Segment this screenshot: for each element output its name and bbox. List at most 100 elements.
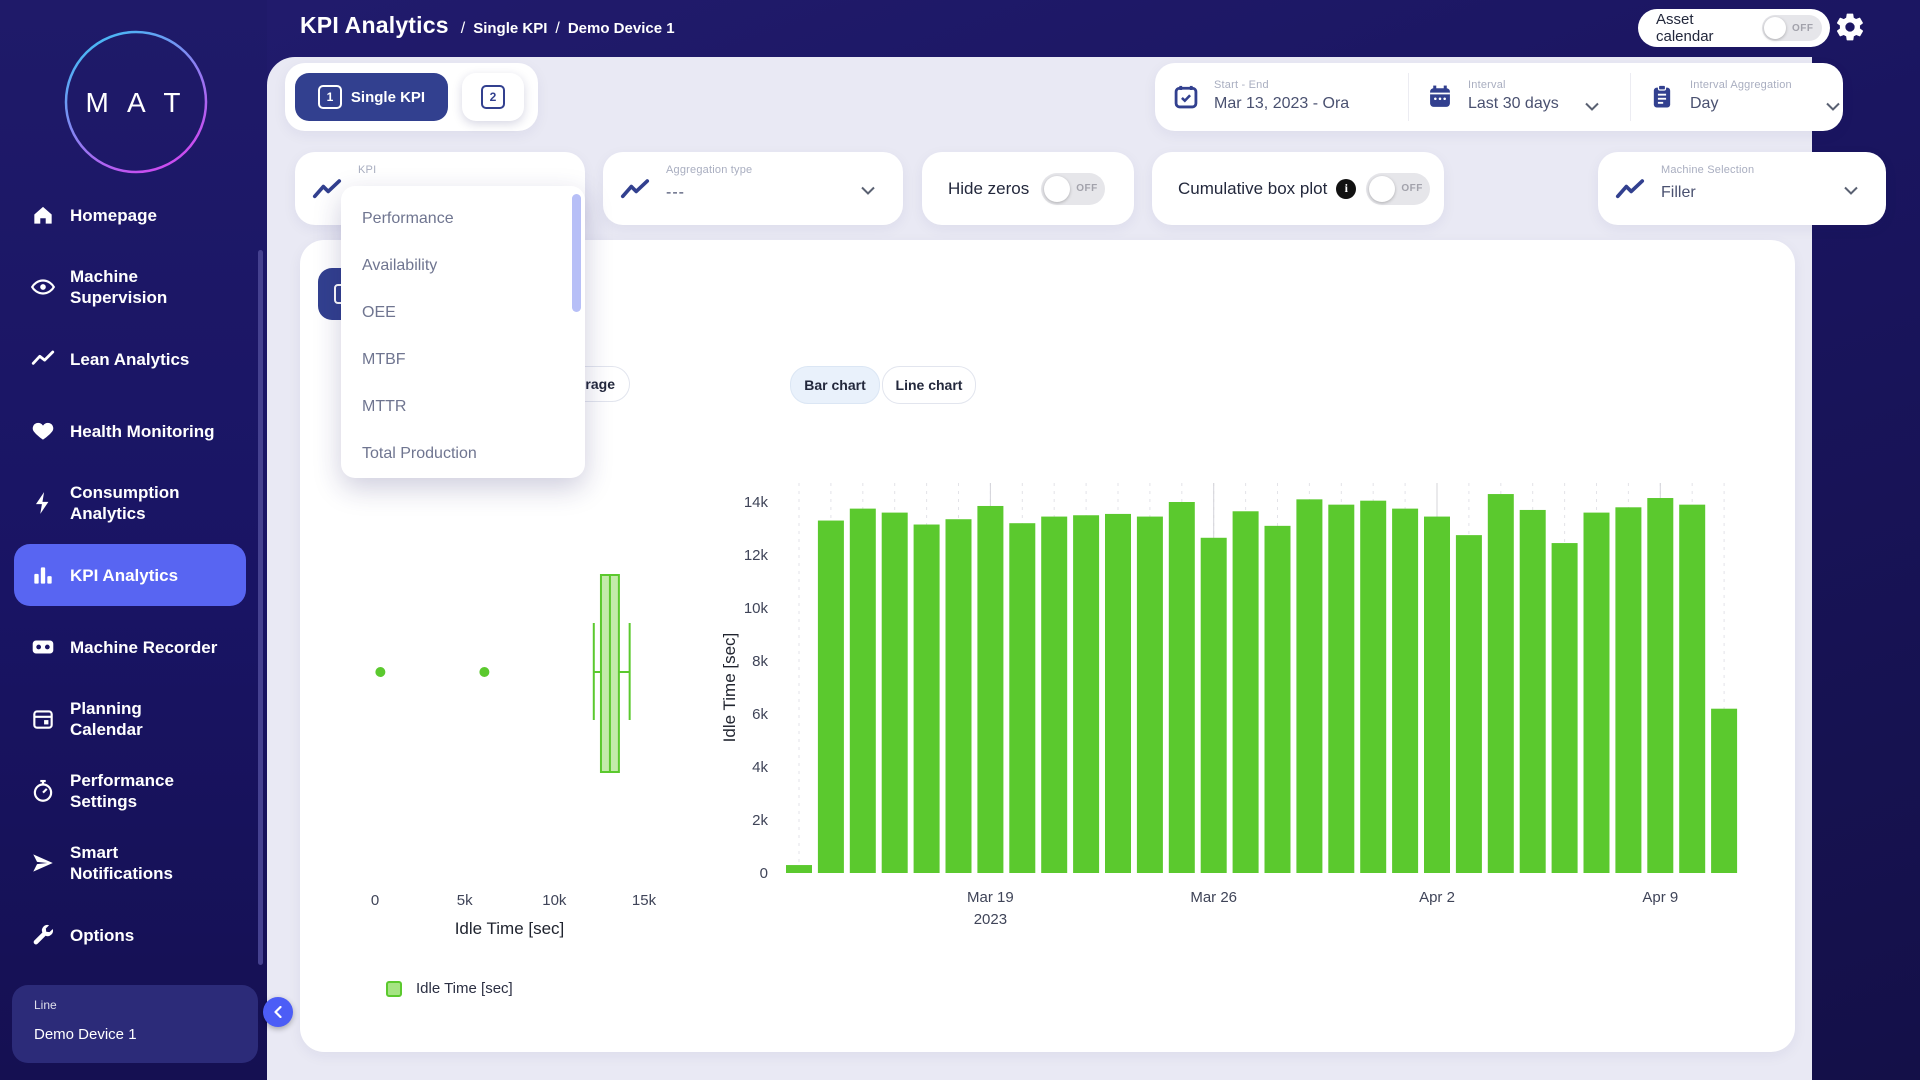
sidebar-item-machine-supervision[interactable]: MachineSupervision bbox=[14, 256, 246, 318]
toggle-knob bbox=[1044, 176, 1070, 202]
bar bbox=[1392, 509, 1418, 873]
svg-text:Mar 19: Mar 19 bbox=[967, 889, 1014, 906]
svg-text:4k: 4k bbox=[752, 759, 768, 776]
sidebar-item-planning-calendar[interactable]: PlanningCalendar bbox=[14, 688, 246, 750]
svg-text:0: 0 bbox=[371, 892, 379, 909]
chevron-down-icon bbox=[1844, 186, 1858, 195]
sidebar-item-label: Options bbox=[70, 925, 134, 946]
svg-text:2k: 2k bbox=[752, 812, 768, 829]
machine-selection-value: Filler bbox=[1661, 184, 1696, 202]
breadcrumb-device[interactable]: Demo Device 1 bbox=[568, 20, 675, 37]
dropdown-scrollbar[interactable] bbox=[572, 194, 581, 312]
bar bbox=[1328, 505, 1354, 873]
bar bbox=[1137, 517, 1163, 873]
kpi-trend-icon bbox=[312, 178, 342, 200]
sidebar-scrollbar[interactable] bbox=[258, 250, 263, 965]
sidebar-collapse-button[interactable] bbox=[263, 997, 293, 1027]
legend-swatch bbox=[386, 981, 402, 997]
machine-selection-label: Machine Selection bbox=[1661, 164, 1754, 176]
asset-calendar-pill[interactable]: Asset calendar OFF bbox=[1638, 9, 1830, 47]
info-icon[interactable]: i bbox=[1336, 179, 1356, 199]
heart-icon bbox=[30, 418, 70, 444]
bar bbox=[1520, 510, 1546, 873]
svg-text:10k: 10k bbox=[542, 892, 567, 909]
calendar-icon bbox=[30, 706, 70, 732]
svg-text:14k: 14k bbox=[744, 494, 769, 511]
home-icon bbox=[30, 202, 70, 228]
svg-text:Apr 9: Apr 9 bbox=[1642, 889, 1678, 906]
hide-zeros-toggle[interactable]: OFF bbox=[1041, 173, 1105, 205]
page-title: KPI Analytics bbox=[300, 12, 449, 39]
single-kpi-tab[interactable]: 1 Single KPI bbox=[295, 73, 448, 121]
kpi-dropdown-menu: PerformanceAvailabilityOEEMTBFMTTRTotal … bbox=[341, 186, 585, 478]
start-end-value: Mar 13, 2023 - Ora bbox=[1214, 95, 1349, 113]
multi-kpi-tab[interactable]: 2 bbox=[462, 73, 524, 121]
mat-logo-text: M A T bbox=[85, 87, 186, 118]
bar bbox=[1488, 494, 1514, 873]
trend-icon bbox=[30, 346, 70, 372]
machine-selection-card[interactable]: Machine Selection Filler bbox=[1598, 152, 1886, 225]
asset-calendar-toggle[interactable]: OFF bbox=[1762, 15, 1822, 41]
kpi-option-mtbf[interactable]: MTBF bbox=[341, 336, 585, 383]
aggregation-type-card[interactable]: Aggregation type --- bbox=[603, 152, 903, 225]
interval-label: Interval bbox=[1468, 79, 1559, 91]
device-card[interactable]: Line Demo Device 1 bbox=[12, 985, 258, 1063]
sidebar-item-kpi-analytics[interactable]: KPI Analytics bbox=[14, 544, 246, 606]
interval-aggregation-field[interactable]: Interval Aggregation Day bbox=[1648, 74, 1840, 113]
interval-field[interactable]: Interval Last 30 days bbox=[1426, 74, 1599, 113]
sidebar-item-label: PlanningCalendar bbox=[70, 698, 143, 740]
sidebar-item-homepage[interactable]: Homepage bbox=[14, 184, 246, 246]
toggle-state: OFF bbox=[1792, 23, 1814, 34]
asset-calendar-label: Asset calendar bbox=[1656, 11, 1752, 45]
breadcrumb-separator: / bbox=[461, 20, 465, 38]
calendar-icon bbox=[1426, 83, 1454, 111]
kpi-option-total-production[interactable]: Total Production bbox=[341, 430, 585, 477]
chart-legend[interactable]: Idle Time [sec] bbox=[386, 980, 513, 997]
hide-zeros-card: Hide zeros OFF bbox=[922, 152, 1134, 225]
sidebar-item-consumption-analytics[interactable]: ConsumptionAnalytics bbox=[14, 472, 246, 534]
send-icon bbox=[30, 850, 70, 876]
single-kpi-tab-icon: 1 bbox=[318, 85, 342, 109]
bar bbox=[1647, 498, 1673, 873]
cumulative-box-plot-card: Cumulative box plot i OFF bbox=[1152, 152, 1444, 225]
sidebar-item-label: KPI Analytics bbox=[70, 565, 178, 586]
bar bbox=[1584, 513, 1610, 873]
single-kpi-tab-label: Single KPI bbox=[351, 89, 425, 106]
sidebar-item-lean-analytics[interactable]: Lean Analytics bbox=[14, 328, 246, 390]
aggregation-type-label: Aggregation type bbox=[666, 164, 752, 176]
breadcrumb-separator: / bbox=[555, 20, 559, 38]
line-chart-button[interactable]: Line chart bbox=[882, 366, 976, 404]
sidebar-item-label: Homepage bbox=[70, 205, 157, 226]
kpi-option-oee[interactable]: OEE bbox=[341, 289, 585, 336]
sidebar-item-smart-notifications[interactable]: SmartNotifications bbox=[14, 832, 246, 894]
settings-gear-icon[interactable] bbox=[1834, 11, 1866, 43]
sidebar-item-performance-settings[interactable]: PerformanceSettings bbox=[14, 760, 246, 822]
breadcrumb-single-kpi[interactable]: Single KPI bbox=[473, 20, 547, 37]
toggle-knob bbox=[1764, 17, 1786, 39]
sidebar-item-options[interactable]: Options bbox=[14, 904, 246, 966]
start-end-field[interactable]: Start - End Mar 13, 2023 - Ora bbox=[1172, 74, 1349, 113]
machine-trend-icon bbox=[1615, 178, 1645, 200]
mat-logo: M A T bbox=[62, 28, 210, 176]
sidebar-item-health-monitoring[interactable]: Health Monitoring bbox=[14, 400, 246, 462]
svg-text:5k: 5k bbox=[457, 892, 473, 909]
svg-text:8k: 8k bbox=[752, 653, 768, 670]
cumulative-box-plot-state: OFF bbox=[1401, 183, 1423, 194]
cumulative-box-plot-toggle[interactable]: OFF bbox=[1366, 173, 1430, 205]
wrench-icon bbox=[30, 922, 70, 948]
kpi-option-availability[interactable]: Availability bbox=[341, 242, 585, 289]
kpi-option-performance[interactable]: Performance bbox=[341, 195, 585, 242]
start-end-label: Start - End bbox=[1214, 79, 1349, 91]
bar bbox=[1360, 501, 1386, 873]
bar bbox=[1265, 526, 1291, 873]
bar bbox=[1552, 543, 1578, 873]
eye-icon bbox=[30, 274, 70, 300]
bar-chart-button[interactable]: Bar chart bbox=[790, 366, 880, 404]
bar bbox=[1615, 507, 1641, 873]
sidebar-item-machine-recorder[interactable]: Machine Recorder bbox=[14, 616, 246, 678]
svg-text:Idle Time [sec]: Idle Time [sec] bbox=[720, 633, 739, 743]
recorder-icon bbox=[30, 634, 70, 660]
sidebar-item-label: Machine Recorder bbox=[70, 637, 217, 658]
kpi-option-mttr[interactable]: MTTR bbox=[341, 383, 585, 430]
interval-aggregation-value: Day bbox=[1690, 95, 1808, 113]
